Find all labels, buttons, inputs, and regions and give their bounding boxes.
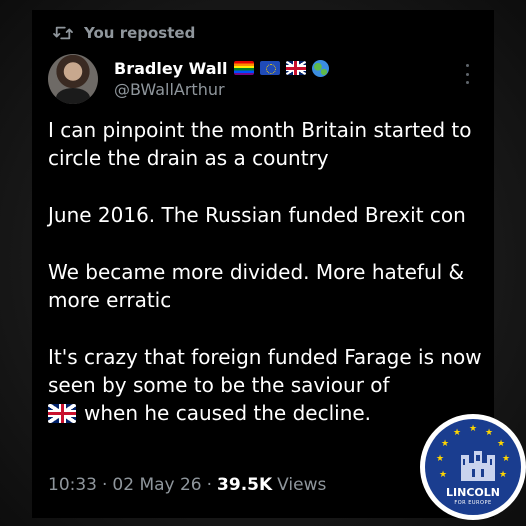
tweet-time[interactable]: 10:33 bbox=[48, 475, 97, 495]
author-display-name[interactable]: Bradley Wall bbox=[114, 59, 228, 78]
tweet-paragraph-last: It's crazy that foreign funded Farage is… bbox=[48, 343, 488, 427]
globe-icon bbox=[311, 59, 329, 77]
meta-separator: · bbox=[206, 475, 213, 495]
lincoln-for-europe-logo: ★ ★ ★ ★ ★ ★ ★ ★ ★ LINCOLN FOR EUROPE bbox=[420, 414, 526, 520]
tweet-date[interactable]: 02 May 26 bbox=[112, 475, 201, 495]
repost-label: You reposted bbox=[84, 24, 196, 42]
meta-separator: · bbox=[102, 475, 108, 495]
cathedral-icon bbox=[461, 451, 495, 481]
author-handle[interactable]: @BWallArthur bbox=[114, 80, 225, 99]
badge-subtitle: FOR EUROPE bbox=[454, 500, 492, 506]
author-name-row[interactable]: Bradley Wall bbox=[114, 57, 329, 79]
badge-title: LINCOLN bbox=[446, 486, 500, 499]
tweet-paragraph: It's crazy that foreign funded Farage is… bbox=[48, 345, 482, 397]
views-label: Views bbox=[277, 475, 327, 495]
avatar[interactable] bbox=[48, 54, 98, 104]
tweet-paragraph: We became more divided. More hateful & m… bbox=[48, 260, 465, 312]
uk-flag-icon bbox=[285, 61, 306, 75]
more-options-icon[interactable] bbox=[462, 64, 472, 84]
eu-flag-icon bbox=[259, 61, 280, 75]
tweet-last-line: when he caused the decline. bbox=[84, 401, 372, 425]
tweet-body: I can pinpoint the month Britain started… bbox=[48, 116, 488, 427]
uk-flag-icon bbox=[48, 404, 76, 423]
rainbow-flag-icon bbox=[233, 61, 254, 75]
repost-icon bbox=[53, 26, 73, 40]
views-count[interactable]: 39.5K bbox=[217, 475, 272, 495]
tweet-paragraph: June 2016. The Russian funded Brexit con bbox=[48, 203, 466, 227]
tweet-paragraph: I can pinpoint the month Britain started… bbox=[48, 118, 472, 170]
tweet-meta: 10:33 · 02 May 26 · 39.5K Views bbox=[48, 475, 326, 495]
repost-indicator: You reposted bbox=[52, 22, 195, 44]
